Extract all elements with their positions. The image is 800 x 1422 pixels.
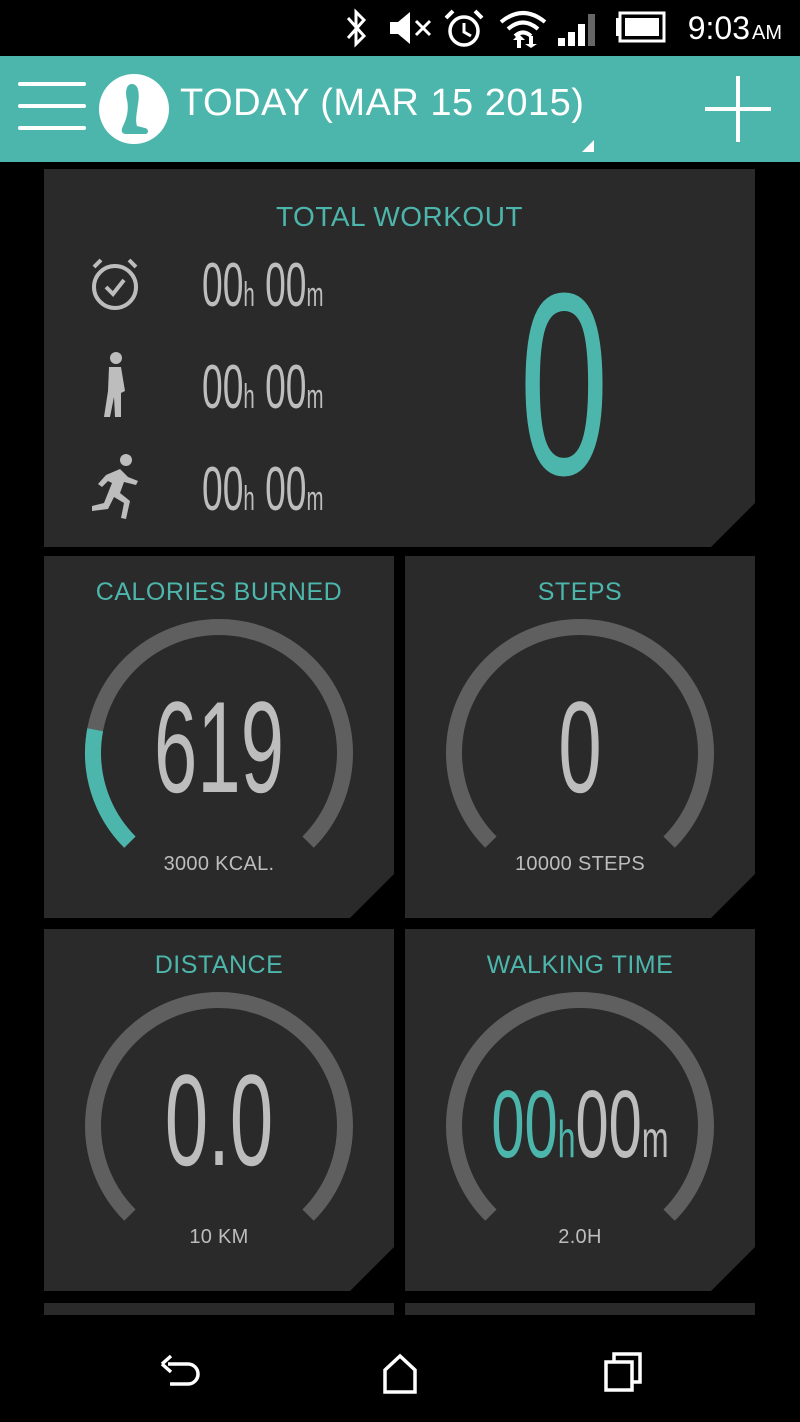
card-corner xyxy=(350,874,394,918)
hamburger-menu-icon xyxy=(18,82,86,86)
walking-time-goal: 2.0H xyxy=(558,1226,602,1248)
timer-duration: 00h 00m xyxy=(202,251,324,320)
walking-time-title: WALKING TIME xyxy=(486,951,674,979)
app-logo xyxy=(99,74,169,144)
distance-value: 0.0 xyxy=(164,1047,274,1193)
steps-card[interactable]: STEPS 0 10000 STEPS xyxy=(405,556,755,918)
calories-value: 619 xyxy=(153,674,285,820)
next-card-right-partial[interactable] xyxy=(405,1303,755,1315)
battery-icon xyxy=(616,11,666,43)
menu-button[interactable] xyxy=(18,82,88,136)
walking-leg-logo-icon xyxy=(121,84,148,134)
distance-card[interactable]: DISTANCE 0.0 10 KM xyxy=(44,929,394,1291)
next-card-left-partial[interactable] xyxy=(44,1303,394,1315)
system-nav-bar xyxy=(0,1318,800,1422)
calories-title: CALORIES BURNED xyxy=(95,578,343,606)
card-corner xyxy=(711,874,755,918)
steps-goal: 10000 STEPS xyxy=(514,853,646,875)
steps-title: STEPS xyxy=(537,578,623,606)
plus-icon xyxy=(705,76,771,142)
total-workout-card[interactable]: TOTAL WORKOUT 00h 00m 00h 00m 00h 00m 0 xyxy=(44,169,755,547)
status-bar: 9:03 AM xyxy=(0,0,800,56)
total-workout-title: TOTAL WORKOUT xyxy=(275,201,524,232)
dropdown-indicator-icon xyxy=(582,140,594,152)
walking-time-card[interactable]: WALKING TIME 00h00m 2.0H xyxy=(405,929,755,1291)
back-icon xyxy=(160,1354,200,1386)
wifi-icon xyxy=(499,11,547,48)
home-icon xyxy=(383,1353,417,1394)
calories-goal: 3000 KCAL. xyxy=(163,853,275,875)
recent-apps-icon xyxy=(604,1352,642,1392)
add-button[interactable] xyxy=(703,74,773,144)
hamburger-line xyxy=(18,126,86,130)
card-corner xyxy=(711,1247,755,1291)
hamburger-line xyxy=(18,104,86,108)
signal-icon xyxy=(558,14,595,46)
stopwatch-icon xyxy=(92,258,138,310)
clock: 9:03 AM xyxy=(687,10,782,46)
walking-icon xyxy=(104,352,125,417)
distance-title: DISTANCE xyxy=(154,951,284,979)
alarm-icon xyxy=(444,9,484,47)
walking-time-value: 00h00m xyxy=(491,1071,669,1178)
calories-card[interactable]: CALORIES BURNED 619 3000 KCAL. xyxy=(44,556,394,918)
app-bar: TODAY (MAR 15 2015) xyxy=(0,56,800,162)
card-corner xyxy=(711,503,755,547)
bluetooth-icon xyxy=(346,8,367,48)
walking-duration: 00h 00m xyxy=(202,353,324,422)
recent-apps-button[interactable] xyxy=(598,1348,648,1398)
steps-value: 0 xyxy=(558,674,602,820)
back-button[interactable] xyxy=(156,1348,206,1398)
date-selector[interactable]: TODAY (MAR 15 2015) xyxy=(180,82,584,125)
home-button[interactable] xyxy=(375,1348,425,1398)
total-workout-value: 0 xyxy=(519,240,609,530)
running-icon xyxy=(92,454,138,519)
card-corner xyxy=(350,1247,394,1291)
distance-goal: 10 KM xyxy=(189,1226,249,1248)
volume-muted-icon xyxy=(390,12,432,44)
running-duration: 00h 00m xyxy=(202,455,324,524)
